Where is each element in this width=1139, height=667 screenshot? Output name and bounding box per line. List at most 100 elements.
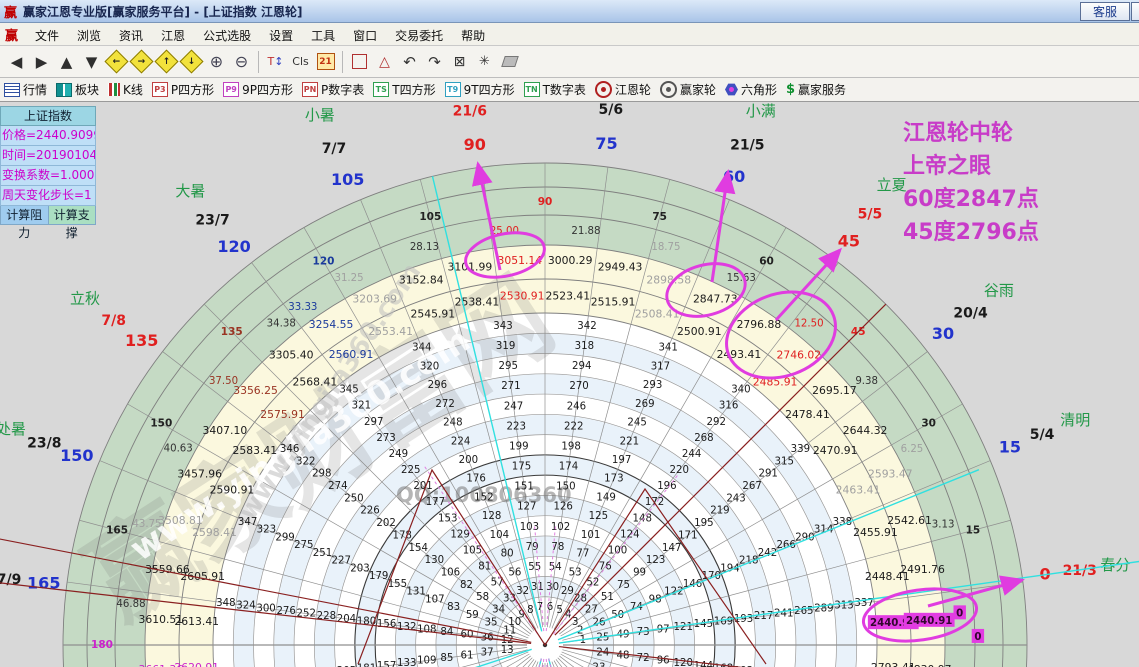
svg-text:243: 243 <box>726 493 745 504</box>
svg-text:3254.55: 3254.55 <box>309 318 354 331</box>
calendar-21-icon[interactable]: 21 <box>313 50 338 74</box>
svg-text:13: 13 <box>501 645 514 656</box>
svg-text:2463.41: 2463.41 <box>836 484 881 497</box>
svg-text:72: 72 <box>637 653 650 664</box>
note-line-3: 45度2796点 <box>903 219 1039 245</box>
rotate-cw-icon[interactable]: ↷ <box>422 50 447 74</box>
menu-item-9[interactable]: 帮助 <box>452 29 494 43</box>
svg-text:272: 272 <box>435 399 454 410</box>
center-tool-icon[interactable]: ✳ <box>472 50 497 74</box>
svg-text:128: 128 <box>482 511 501 522</box>
zoom-in-icon[interactable]: ⊕ <box>204 50 229 74</box>
menu-item-6[interactable]: 工具 <box>302 29 344 43</box>
svg-text:34.38: 34.38 <box>267 318 296 329</box>
toolbar-item-行情[interactable]: 行情 <box>4 81 47 98</box>
menu-item-1[interactable]: 浏览 <box>68 29 110 43</box>
svg-text:226: 226 <box>360 506 379 517</box>
menu-item-2[interactable]: 资讯 <box>110 29 152 43</box>
pan-down-icon[interactable]: ▼ <box>79 50 104 74</box>
svg-text:155: 155 <box>388 579 407 590</box>
toolbar-item-K线[interactable]: K线 <box>108 81 143 98</box>
svg-text:174: 174 <box>559 462 578 473</box>
box-x-icon[interactable]: ⊠ <box>447 50 472 74</box>
calc-resistance-button[interactable]: 计算阻力 <box>0 206 49 240</box>
toolbar-item-赢家轮[interactable]: 赢家轮 <box>659 81 716 98</box>
svg-text:151: 151 <box>514 482 533 493</box>
svg-text:121: 121 <box>674 622 693 633</box>
svg-text:248: 248 <box>443 418 462 429</box>
svg-text:3.13: 3.13 <box>932 519 955 530</box>
menu-item-8[interactable]: 交易委托 <box>386 29 452 43</box>
menu-item-7[interactable]: 窗口 <box>344 29 386 43</box>
rotate-ccw-icon[interactable]: ↶ <box>397 50 422 74</box>
pan-right-icon[interactable]: ▶ <box>29 50 54 74</box>
svg-text:15: 15 <box>966 524 981 536</box>
svg-text:180: 180 <box>91 639 113 651</box>
cls-icon[interactable]: Cls <box>288 50 313 74</box>
svg-text:271: 271 <box>501 381 520 392</box>
svg-text:120: 120 <box>217 237 250 256</box>
toolbar-item-T数字表[interactable]: TN T数字表 <box>523 81 586 98</box>
gann-wheel-chart[interactable]: 赢家财富网www.yingjia360.comwww.yingjia360.co… <box>0 102 1139 667</box>
main-toolbar: ◀ ▶ ▲ ▼ ← → ↑ ↓ ⊕ ⊖ T↕ Cls 21 △ ↶ ↷ ⊠ ✳ <box>0 46 1139 78</box>
svg-text:343: 343 <box>493 321 512 332</box>
svg-text:153: 153 <box>438 513 457 524</box>
svg-text:51: 51 <box>601 592 614 603</box>
svg-text:148: 148 <box>633 513 652 524</box>
svg-text:292: 292 <box>707 417 726 428</box>
menu-item-0[interactable]: 文件 <box>26 29 68 43</box>
step-up-icon[interactable]: ↑ <box>154 49 179 74</box>
pan-up-icon[interactable]: ▲ <box>54 50 79 74</box>
svg-text:75: 75 <box>652 211 667 223</box>
toolbar-item-六角形[interactable]: 六角形 <box>724 81 777 98</box>
toolbar-item-赢家服务[interactable]: $ 赢家服务 <box>786 81 846 98</box>
zoom-out-icon[interactable]: ⊖ <box>229 50 254 74</box>
svg-text:109: 109 <box>417 656 436 667</box>
toolbar-item-9P四方形[interactable]: P9 9P四方形 <box>223 81 293 98</box>
toolbar-item-9T四方形[interactable]: T9 9T四方形 <box>444 81 515 98</box>
step-down-icon[interactable]: ↓ <box>179 49 204 74</box>
svg-text:24: 24 <box>596 648 609 659</box>
menu-item-5[interactable]: 设置 <box>260 29 302 43</box>
eraser-icon[interactable] <box>497 50 522 74</box>
svg-text:251: 251 <box>313 548 332 559</box>
svg-text:247: 247 <box>504 401 523 412</box>
svg-text:156: 156 <box>377 619 396 630</box>
step-right-icon[interactable]: → <box>129 49 154 74</box>
partial-button[interactable] <box>1131 2 1139 21</box>
svg-text:104: 104 <box>490 530 509 541</box>
toolbar-item-P四方形[interactable]: P3 P四方形 <box>151 81 214 98</box>
svg-text:2470.91: 2470.91 <box>813 444 858 457</box>
svg-text:319: 319 <box>496 341 515 352</box>
svg-text:171: 171 <box>678 530 697 541</box>
calc-support-button[interactable]: 计算支撑 <box>48 206 96 240</box>
svg-text:34: 34 <box>492 604 505 615</box>
triangle-tool-icon[interactable]: △ <box>372 50 397 74</box>
svg-text:21/6: 21/6 <box>453 103 487 119</box>
menu-item-3[interactable]: 江恩 <box>152 29 194 43</box>
step-left-icon[interactable]: ← <box>104 49 129 74</box>
svg-text:291: 291 <box>758 469 777 480</box>
coef-row: 变换系数=1.00000 <box>0 166 96 186</box>
toolbar-item-板块[interactable]: 板块 <box>56 81 99 98</box>
svg-text:43.75: 43.75 <box>132 519 161 530</box>
svg-text:154: 154 <box>409 543 428 554</box>
toolbar-item-江恩轮[interactable]: 江恩轮 <box>594 81 651 98</box>
service-button[interactable]: 客服 <box>1080 2 1130 21</box>
t-updown-icon[interactable]: T↕ <box>263 50 288 74</box>
svg-text:135: 135 <box>221 326 243 338</box>
svg-text:198: 198 <box>561 441 580 452</box>
svg-text:5/6: 5/6 <box>599 102 624 118</box>
svg-text:35: 35 <box>485 618 498 629</box>
toolbar-item-P数字表[interactable]: PN P数字表 <box>302 81 364 98</box>
toolbar-item-T四方形[interactable]: TS T四方形 <box>373 81 436 98</box>
menu-item-4[interactable]: 公式选股 <box>194 29 260 43</box>
svg-text:75: 75 <box>595 134 617 153</box>
winner-wheel-icon <box>659 81 677 98</box>
svg-text:15: 15 <box>999 438 1021 457</box>
svg-text:298: 298 <box>312 469 331 480</box>
svg-text:2949.43: 2949.43 <box>598 260 643 273</box>
square-tool-icon[interactable] <box>347 50 372 74</box>
pan-left-icon[interactable]: ◀ <box>4 50 29 74</box>
svg-text:5/4: 5/4 <box>1030 427 1055 443</box>
